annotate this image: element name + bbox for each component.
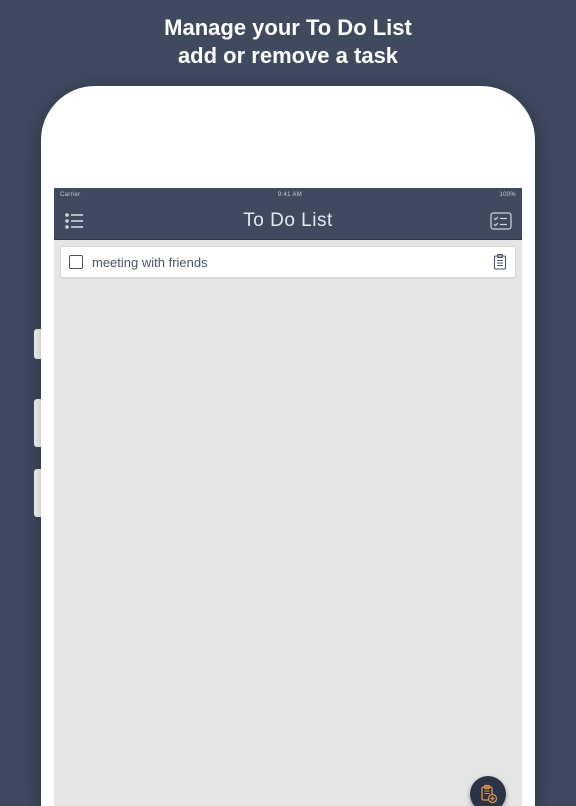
menu-list-icon[interactable]: [64, 210, 86, 232]
promo-line2: add or remove a task: [0, 42, 576, 70]
task-label: meeting with friends: [92, 255, 493, 270]
task-row[interactable]: meeting with friends: [60, 246, 516, 278]
add-task-button[interactable]: [470, 776, 506, 806]
status-left: Carrier: [60, 192, 80, 198]
nav-bar: To Do List: [54, 202, 522, 240]
status-center: 9:41 AM: [278, 192, 302, 198]
side-button: [34, 399, 41, 447]
status-bar: Carrier 9:41 AM 100%: [54, 188, 522, 202]
promo-line1: Manage your To Do List: [0, 14, 576, 42]
checklist-settings-icon[interactable]: [490, 210, 512, 232]
side-button: [34, 329, 41, 359]
device-frame: Carrier 9:41 AM 100% To Do List: [41, 86, 535, 806]
task-list: meeting with friends: [54, 240, 522, 284]
side-button: [34, 469, 41, 517]
promo-heading: Manage your To Do List add or remove a t…: [0, 0, 576, 69]
clipboard-add-icon: [478, 784, 498, 804]
task-checkbox[interactable]: [69, 255, 83, 269]
app-screen: Carrier 9:41 AM 100% To Do List: [54, 188, 522, 806]
status-right: 100%: [499, 192, 516, 198]
page-title: To Do List: [243, 210, 332, 232]
clipboard-icon[interactable]: [493, 254, 507, 270]
